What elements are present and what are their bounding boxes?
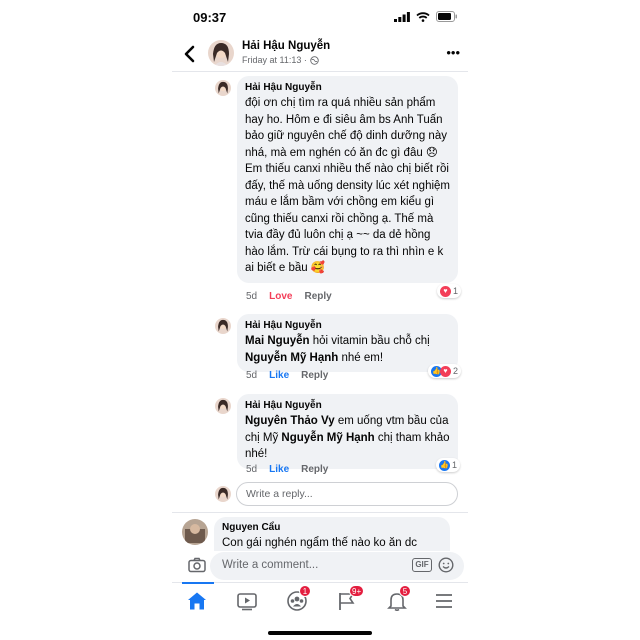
avatar[interactable] (208, 40, 234, 66)
comment-time: 5d (246, 291, 258, 302)
more-icon[interactable]: ••• (446, 45, 460, 60)
mention-link[interactable]: Nguyên Thảo Vy (245, 415, 335, 427)
video-icon (237, 593, 257, 611)
comment-bubble: Hải Hậu Nguyễn đội ơn chị tìm ra quá nhi… (237, 76, 458, 283)
notification-badge: 1 (299, 585, 311, 597)
mention-link[interactable]: Mai Nguyễn (245, 335, 310, 347)
comment-bubble: Hải Hậu Nguyễn Mai Nguyễn hỏi vitamin bầ… (237, 314, 458, 372)
comment-time: 5d (246, 370, 258, 381)
comment-actions: 5d Like Reply (246, 370, 328, 381)
comment-author[interactable]: Hải Hậu Nguyễn (245, 82, 450, 93)
comment-bubble: Hải Hậu Nguyễn Nguyên Thảo Vy em uống vt… (237, 394, 458, 469)
reply-button[interactable]: Reply (301, 370, 328, 381)
emoji-icon[interactable] (438, 557, 454, 573)
tab-watch[interactable] (236, 591, 260, 613)
status-time: 09:37 (193, 10, 227, 25)
reaction-count: 1 (452, 460, 458, 470)
comment-author[interactable]: Hải Hậu Nguyễn (245, 320, 450, 331)
phone-screen: 09:37 Hải Hậu Nguyễn Friday at 11:13 · •… (0, 0, 640, 640)
menu-icon (436, 594, 452, 608)
avatar (215, 486, 231, 502)
app-frame: 09:37 Hải Hậu Nguyễn Friday at 11:13 · •… (172, 0, 468, 640)
comment-text-part: hỏi vitamin bầu chỗ chị (309, 335, 430, 347)
signal-icon (394, 11, 410, 22)
gif-button[interactable]: GIF (412, 558, 432, 572)
reaction-summary[interactable]: 👍 1 (436, 458, 461, 472)
comment-actions: 5d Like Reply (246, 464, 328, 475)
like-button[interactable]: Like (269, 370, 289, 381)
comment-actions: 5d Love Reply (246, 291, 332, 302)
reaction-summary[interactable]: 👍 ♥ 2 (428, 364, 462, 378)
back-chevron-icon[interactable] (182, 44, 198, 64)
comment-text: đội ơn chị tìm ra quá nhiều sản phẩm hay… (245, 97, 450, 274)
tab-menu[interactable] (434, 591, 458, 613)
comment-text-part: nhé em! (338, 351, 384, 364)
mention-link[interactable]: Nguyễn Mỹ Hạnh (281, 432, 374, 444)
battery-icon (436, 11, 457, 22)
tab-notifications[interactable]: 5 (386, 585, 411, 613)
reply-button[interactable]: Reply (301, 464, 328, 475)
status-bar: 09:37 (172, 8, 468, 28)
notification-badge: 5 (399, 585, 411, 597)
mention-link[interactable]: Nguyễn Mỹ Hạnh (245, 352, 338, 364)
love-button[interactable]: Love (269, 291, 292, 302)
globe-icon (310, 55, 319, 65)
like-button[interactable]: Like (269, 464, 289, 475)
home-icon (188, 592, 206, 610)
home-indicator[interactable] (268, 631, 372, 635)
avatar[interactable] (215, 80, 231, 96)
tab-home[interactable] (182, 582, 214, 613)
wifi-icon (416, 11, 430, 22)
tab-bar: 1 9+ 5 (172, 582, 468, 622)
love-reaction-icon: ♥ (440, 365, 451, 377)
reaction-count: 2 (453, 366, 459, 376)
post-time: Friday at 11:13 · (242, 55, 319, 65)
tab-groups[interactable]: 1 (286, 585, 311, 613)
comment-bar: Write a comment... GIF (172, 551, 468, 581)
avatar[interactable] (182, 519, 208, 545)
post-header: Hải Hậu Nguyễn Friday at 11:13 · ••• (172, 36, 468, 72)
comment-author[interactable]: Hải Hậu Nguyễn (245, 400, 450, 411)
reaction-summary[interactable]: ♥ 1 (437, 284, 462, 298)
avatar[interactable] (215, 318, 231, 334)
comment-author[interactable]: Nguyen Cẩu (222, 522, 442, 533)
comment-time: 5d (246, 464, 258, 475)
author-name[interactable]: Hải Hậu Nguyễn (242, 40, 330, 52)
status-icons (394, 11, 458, 22)
tab-pages[interactable]: 9+ (336, 585, 365, 613)
love-reaction-icon: ♥ (440, 285, 451, 297)
reaction-count: 1 (453, 286, 459, 296)
comment-text: Mai Nguyễn hỏi vitamin bầu chỗ chị Nguyễ… (245, 333, 450, 366)
avatar[interactable] (215, 398, 231, 414)
reply-input[interactable]: Write a reply... (236, 482, 458, 506)
camera-icon[interactable] (188, 557, 206, 573)
comment-text: Con gái nghén ngẩm thế nào ko ăn dc (222, 537, 418, 549)
like-reaction-icon: 👍 (439, 459, 450, 471)
comment-text: Nguyên Thảo Vy em uống vtm bầu của chị M… (245, 413, 450, 463)
notification-badge: 9+ (349, 585, 365, 597)
reply-button[interactable]: Reply (304, 291, 331, 302)
divider (172, 512, 468, 513)
post-time-label: Friday at 11:13 · (242, 55, 307, 65)
